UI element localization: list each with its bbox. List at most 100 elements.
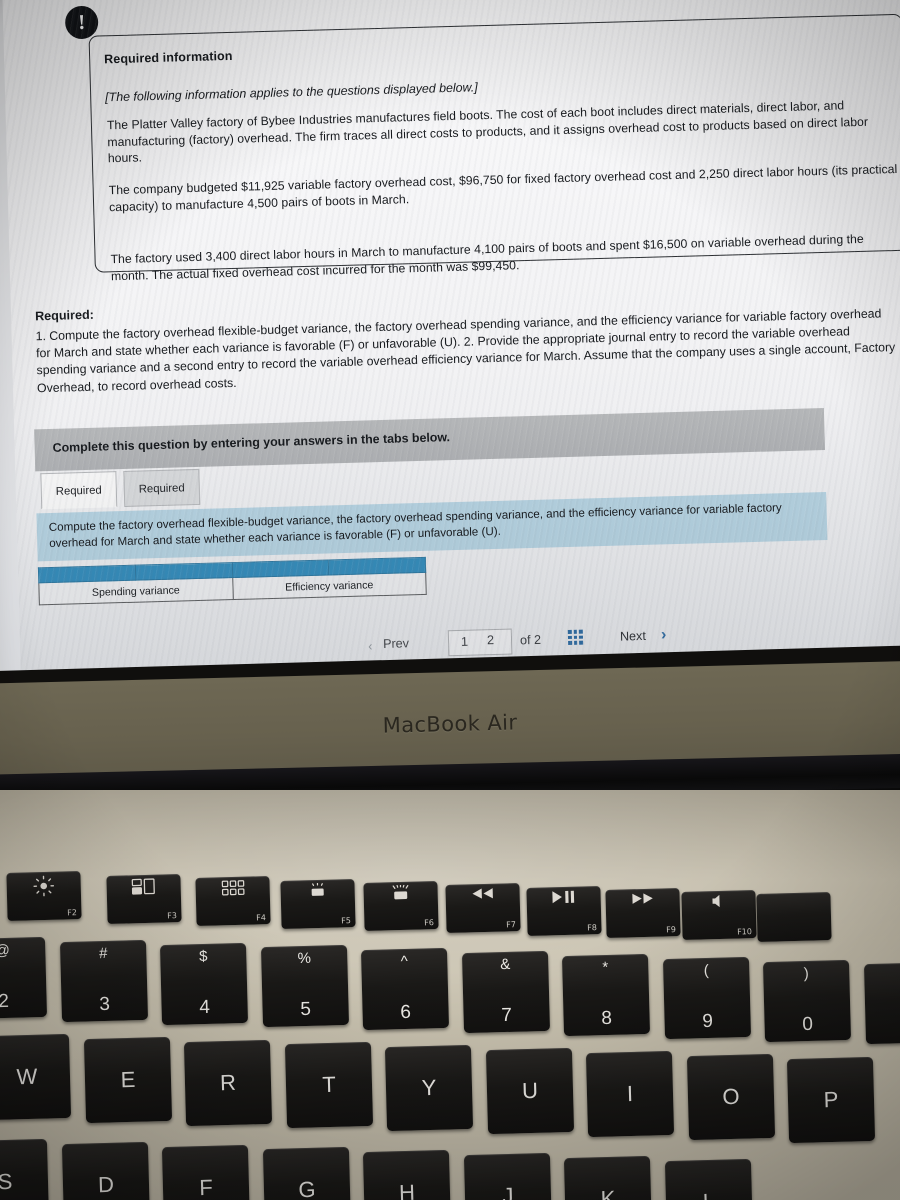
key-shift-label: * <box>602 958 609 977</box>
key-u[interactable]: U <box>485 1047 574 1135</box>
key-h[interactable]: H <box>362 1149 452 1200</box>
key-main-label: W <box>16 1063 38 1090</box>
tab-required-2[interactable]: Required 2 <box>123 468 201 532</box>
key-f7[interactable]: F7 <box>445 883 522 933</box>
key-main-label: 4 <box>199 996 211 1019</box>
page-number-box[interactable] <box>447 628 513 657</box>
fn-key-label: F7 <box>506 920 517 930</box>
laptop-screen: ! Required information [The following in… <box>0 0 900 727</box>
page-count-label: of 2 <box>519 632 542 648</box>
key-main-label: 7 <box>500 1004 512 1027</box>
key-7[interactable]: & 7 <box>461 950 550 1034</box>
key-e[interactable]: E <box>83 1036 172 1124</box>
key-k[interactable]: K <box>563 1155 653 1200</box>
required-items-text: 1. Compute the factory overhead flexible… <box>35 306 896 395</box>
key-4[interactable]: $4 <box>159 942 249 1026</box>
key-9[interactable]: (9 <box>662 956 751 1040</box>
mute-icon <box>681 893 756 912</box>
key-main-label: G <box>297 1176 316 1200</box>
fast-forward-icon <box>605 891 680 909</box>
prev-button[interactable]: Prev <box>383 636 409 651</box>
key-w[interactable]: W <box>0 1033 72 1121</box>
key-shift-label: @ <box>0 941 11 960</box>
deck-reflection-text <box>395 852 403 874</box>
key-main-label: 5 <box>299 998 311 1021</box>
fn-key-label: F6 <box>424 918 435 928</box>
tab-required-1[interactable]: Required 1 <box>40 471 118 534</box>
key-main-label: J <box>501 1182 514 1200</box>
key-main-label: - <box>865 1015 900 1039</box>
fn-key-label: F5 <box>341 916 352 926</box>
key-shift-label: ) <box>803 964 810 983</box>
blank-icon <box>756 895 830 897</box>
chevron-right-icon[interactable]: › <box>661 626 667 644</box>
key-f2[interactable]: F2 <box>6 871 83 921</box>
chevron-left-icon[interactable]: ‹ <box>368 638 373 653</box>
key-f6[interactable]: F6 <box>363 881 440 931</box>
key-2[interactable]: @2 <box>0 936 48 1020</box>
keyboard-backlight-down-icon <box>281 882 356 903</box>
key-f3[interactable]: F3 <box>106 874 183 924</box>
key-i[interactable]: I <box>585 1050 675 1138</box>
key-f4[interactable]: F4 <box>195 876 272 926</box>
key-l[interactable]: L <box>664 1158 753 1200</box>
key-f11[interactable] <box>756 892 832 942</box>
key-shift-label: # <box>98 944 108 963</box>
key-f5[interactable]: F5 <box>280 879 357 929</box>
key-g[interactable]: G <box>262 1146 351 1200</box>
answer-table: Spending variance Efficiency variance <box>38 557 427 605</box>
browser-page: ! Required information [The following in… <box>2 0 900 696</box>
page-number-other[interactable]: 2 <box>487 633 494 647</box>
key-shift-label: & <box>499 955 511 974</box>
key-f[interactable]: F <box>161 1144 251 1200</box>
cell-efficiency-variance[interactable]: Efficiency variance <box>232 572 427 600</box>
cell-spending-variance[interactable]: Spending variance <box>38 577 233 605</box>
key-j[interactable]: J <box>463 1152 552 1200</box>
brightness-up-icon <box>7 874 82 901</box>
key-8[interactable]: * 8 <box>561 953 651 1037</box>
key-shift-label: _ <box>864 966 900 985</box>
page-number-current[interactable]: 1 <box>461 635 468 649</box>
key-shift-label: ^ <box>400 952 409 971</box>
key-main-label: H <box>398 1179 416 1200</box>
key-main-label: 6 <box>400 1001 412 1024</box>
key-r[interactable]: R <box>183 1039 273 1127</box>
key-f8[interactable]: F8 <box>526 886 603 936</box>
key-3[interactable]: #3 <box>59 939 148 1023</box>
key-t[interactable]: T <box>284 1041 373 1129</box>
key-6[interactable]: ^ 6 <box>360 947 450 1031</box>
key-shift-label: $ <box>198 947 208 966</box>
key-s[interactable]: S <box>0 1138 50 1200</box>
next-button[interactable]: Next <box>620 629 646 644</box>
photo-of-laptop: ! Required information [The following in… <box>0 0 900 1200</box>
key-main-label: P <box>823 1086 839 1113</box>
keyboard-backlight-up-icon <box>364 884 439 906</box>
key-f10[interactable]: F10 <box>681 890 757 940</box>
deck-reflection-text-2 <box>785 858 789 872</box>
fn-key-label: F9 <box>665 925 676 935</box>
key-main-label: O <box>721 1083 740 1110</box>
key-main-label: 8 <box>601 1007 613 1030</box>
key-main-label: U <box>521 1077 538 1104</box>
key-shift-label: % <box>296 949 311 968</box>
key-main-label: 2 <box>0 990 10 1013</box>
key-y[interactable]: Y <box>384 1044 474 1132</box>
key-o[interactable]: O <box>686 1053 775 1141</box>
play-pause-icon <box>527 889 602 908</box>
key-5[interactable]: % 5 <box>260 944 349 1028</box>
key-main-label: 3 <box>98 993 110 1016</box>
key-p[interactable]: P <box>786 1056 876 1144</box>
fn-key-label: F3 <box>167 911 178 921</box>
key--[interactable]: _- <box>863 961 900 1045</box>
key-f9[interactable]: F9 <box>605 888 681 938</box>
answer-tabs: Required 1 Required 2 <box>40 468 201 534</box>
key-main-label: S <box>0 1168 13 1195</box>
grid-icon[interactable] <box>567 629 584 646</box>
fn-key-label: F2 <box>67 908 78 918</box>
required-label: Required: <box>34 307 95 324</box>
key-d[interactable]: D <box>61 1141 150 1200</box>
key-main-label: R <box>219 1069 237 1096</box>
mission-control-icon <box>107 877 182 899</box>
key-main-label: K <box>600 1185 616 1200</box>
key-0[interactable]: ) 0 <box>762 959 852 1043</box>
